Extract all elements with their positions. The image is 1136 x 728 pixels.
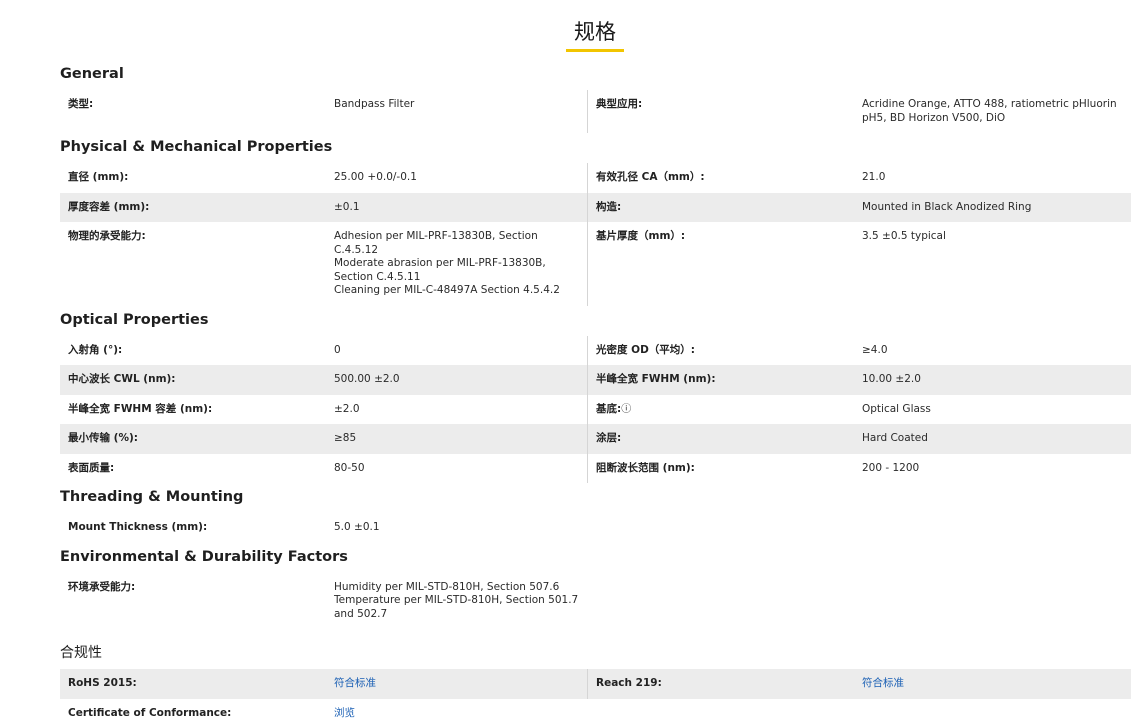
reach-link-cell: 符合标准 — [854, 669, 1131, 699]
spec-value: 25.00 +0.0/-0.1 — [326, 163, 588, 193]
spec-value: 5.0 ±0.1 — [326, 513, 588, 543]
section-title-optical: Optical Properties — [60, 306, 1131, 336]
spec-label: 直径 (mm): — [60, 163, 326, 193]
spec-value: Bandpass Filter — [326, 90, 588, 133]
info-icon[interactable]: ⓘ — [621, 404, 631, 415]
spec-label: 最小传输 (%): — [60, 424, 326, 454]
spec-value: 10.00 ±2.0 — [854, 365, 1131, 395]
spec-label: 类型: — [60, 90, 326, 133]
spec-row: 直径 (mm): 25.00 +0.0/-0.1 有效孔径 CA（mm）: 21… — [60, 163, 1131, 193]
spec-label: 构造: — [588, 193, 854, 223]
spec-label: 中心波长 CWL (nm): — [60, 365, 326, 395]
reach-compliance-link[interactable]: 符合标准 — [862, 677, 904, 689]
spec-value: Adhesion per MIL-PRF-13830B, Section C.4… — [326, 222, 588, 306]
spec-label: 物理的承受能力: — [60, 222, 326, 306]
spec-row: 中心波长 CWL (nm): 500.00 ±2.0 半峰全宽 FWHM (nm… — [60, 365, 1131, 395]
spec-value: 80-50 — [326, 454, 588, 484]
section-title-compliance: 合规性 — [60, 639, 1131, 669]
rohs-link-cell: 符合标准 — [326, 669, 588, 699]
spec-label: 涂层: — [588, 424, 854, 454]
spec-value: Optical Glass — [854, 395, 1131, 425]
spec-label: 基片厚度（mm）: — [588, 222, 854, 306]
certificate-view-link[interactable]: 浏览 — [334, 707, 355, 719]
spec-label: RoHS 2015: — [60, 669, 326, 699]
certificate-link-cell: 浏览 — [326, 699, 588, 728]
spec-value: Acridine Orange, ATTO 488, ratiometric p… — [854, 90, 1131, 133]
page-title-text: 规格 — [566, 18, 624, 52]
spec-value: Humidity per MIL-STD-810H, Section 507.6… — [326, 573, 588, 630]
spec-label: 阻断波长范围 (nm): — [588, 454, 854, 484]
spec-row: 最小传输 (%): ≥85 涂层: Hard Coated — [60, 424, 1131, 454]
section-title-general: General — [60, 60, 1131, 90]
spec-label: 半峰全宽 FWHM (nm): — [588, 365, 854, 395]
substrate-label-cell: 基底:ⓘ — [588, 395, 854, 425]
spec-content: General 类型: Bandpass Filter 典型应用: Acridi… — [60, 60, 1131, 728]
spec-row: 类型: Bandpass Filter 典型应用: Acridine Orang… — [60, 90, 1131, 133]
spec-label: Certificate of Conformance: — [60, 699, 326, 728]
spec-value: ±0.1 — [326, 193, 588, 223]
spec-value: Hard Coated — [854, 424, 1131, 454]
spec-row: 物理的承受能力: Adhesion per MIL-PRF-13830B, Se… — [60, 222, 1131, 306]
spec-value: Mounted in Black Anodized Ring — [854, 193, 1131, 223]
spec-value: 200 - 1200 — [854, 454, 1131, 484]
section-title-threading: Threading & Mounting — [60, 483, 1131, 513]
spec-row: Certificate of Conformance: 浏览 — [60, 699, 1131, 728]
spec-value: 0 — [326, 336, 588, 366]
spec-row: 环境承受能力: Humidity per MIL-STD-810H, Secti… — [60, 573, 1131, 630]
rohs-compliance-link[interactable]: 符合标准 — [334, 677, 376, 689]
spec-label: 光密度 OD（平均）: — [588, 336, 854, 366]
spec-label: Mount Thickness (mm): — [60, 513, 326, 543]
section-title-environmental: Environmental & Durability Factors — [60, 543, 1131, 573]
spec-row: 表面质量: 80-50 阻断波长范围 (nm): 200 - 1200 — [60, 454, 1131, 484]
spec-label: 半峰全宽 FWHM 容差 (nm): — [60, 395, 326, 425]
spec-label: 入射角 (°): — [60, 336, 326, 366]
spec-row: 半峰全宽 FWHM 容差 (nm): ±2.0 基底:ⓘ Optical Gla… — [60, 395, 1131, 425]
spec-value: ±2.0 — [326, 395, 588, 425]
spec-label: 环境承受能力: — [60, 573, 326, 630]
spec-value: 3.5 ±0.5 typical — [854, 222, 1131, 306]
spec-label: 有效孔径 CA（mm）: — [588, 163, 854, 193]
spacer — [60, 629, 1131, 639]
spec-value: ≥4.0 — [854, 336, 1131, 366]
spec-label: 表面质量: — [60, 454, 326, 484]
spec-label: Reach 219: — [588, 669, 854, 699]
spec-value: 500.00 ±2.0 — [326, 365, 588, 395]
section-title-physical: Physical & Mechanical Properties — [60, 133, 1131, 163]
spec-label: 典型应用: — [588, 90, 854, 133]
spec-row: Mount Thickness (mm): 5.0 ±0.1 — [60, 513, 1131, 543]
spec-value: 21.0 — [854, 163, 1131, 193]
page-title: 规格 — [0, 18, 1136, 52]
spec-label: 基底: — [596, 403, 621, 415]
spec-label: 厚度容差 (mm): — [60, 193, 326, 223]
spec-value: ≥85 — [326, 424, 588, 454]
spec-row: 厚度容差 (mm): ±0.1 构造: Mounted in Black Ano… — [60, 193, 1131, 223]
spec-row: RoHS 2015: 符合标准 Reach 219: 符合标准 — [60, 669, 1131, 699]
spec-row: 入射角 (°): 0 光密度 OD（平均）: ≥4.0 — [60, 336, 1131, 366]
